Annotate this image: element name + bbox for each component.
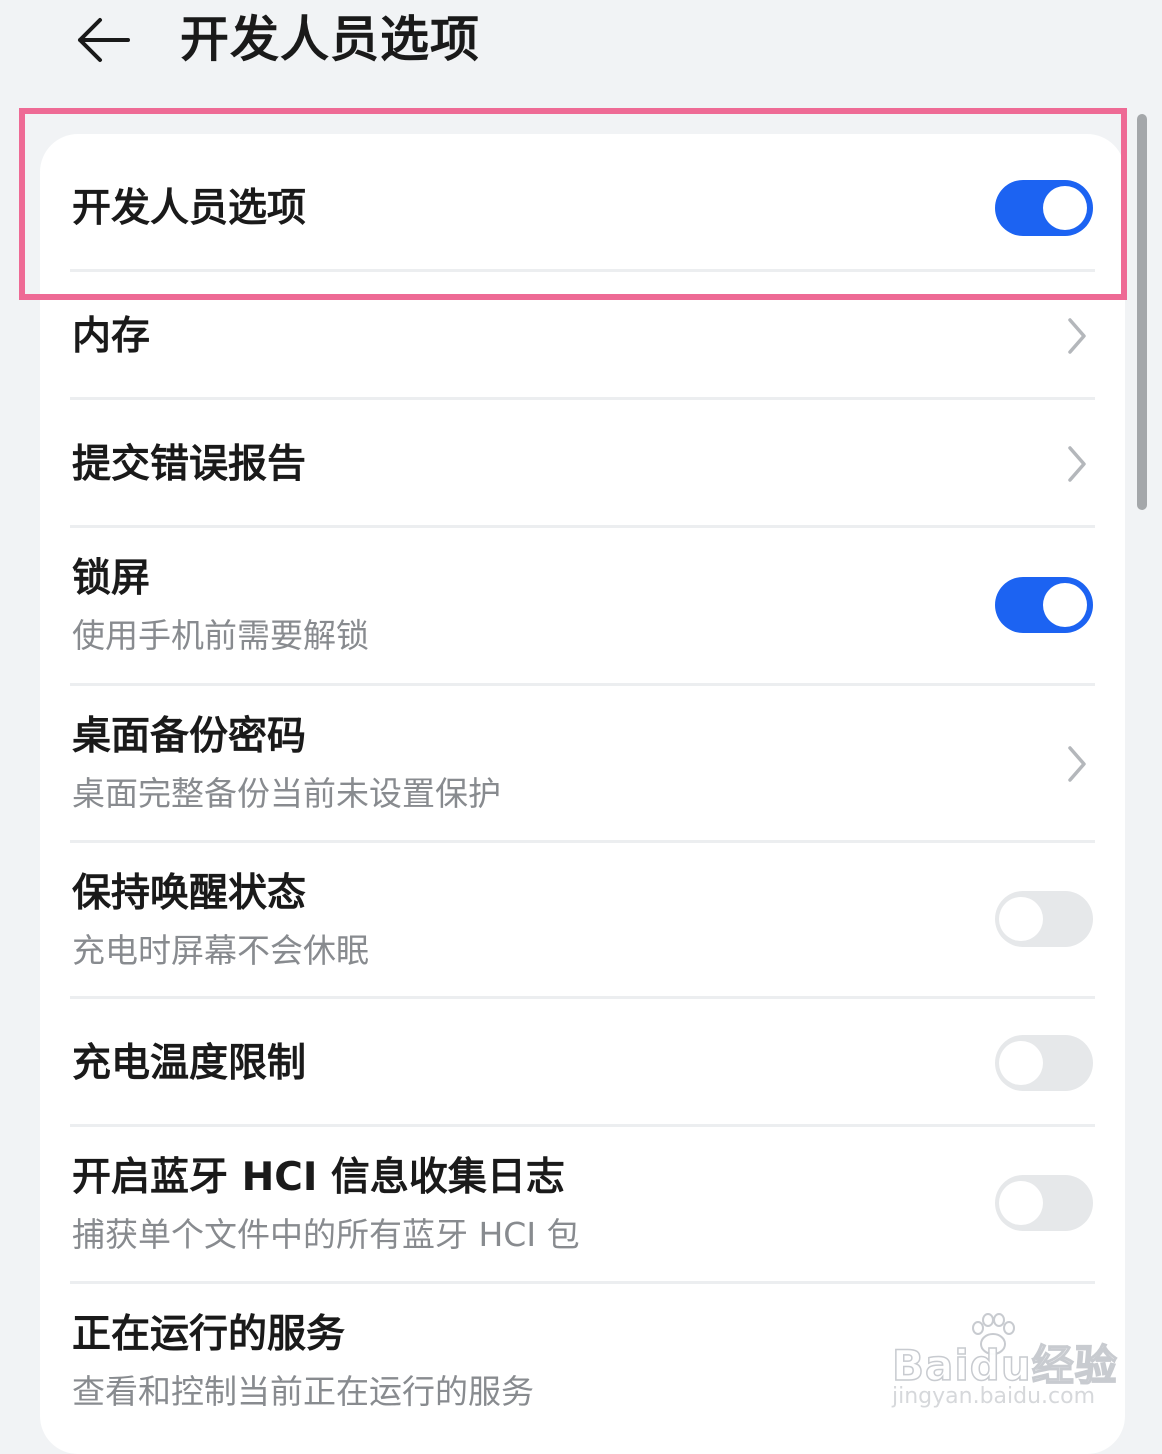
arrow-left-icon xyxy=(78,18,130,62)
row-title: 开发人员选项 xyxy=(72,186,307,231)
row-subtitle: 使用手机前需要解锁 xyxy=(72,616,369,655)
page-title: 开发人员选项 xyxy=(180,11,481,68)
settings-card: 开发人员选项 内存 提交错误报告 锁屏 使用手机前需要解锁 桌面备份密码 桌面完… xyxy=(40,134,1125,1454)
chevron-right-icon xyxy=(1068,746,1086,782)
toggle-knob xyxy=(999,897,1043,941)
lock-screen-row[interactable]: 锁屏 使用手机前需要解锁 xyxy=(40,528,1125,683)
row-subtitle: 桌面完整备份当前未设置保护 xyxy=(72,774,501,813)
row-title: 开启蓝牙 HCI 信息收集日志 xyxy=(72,1155,565,1200)
toggle-knob xyxy=(1043,186,1087,230)
scrollbar[interactable] xyxy=(1137,114,1147,510)
toggle-knob xyxy=(1043,583,1087,627)
charging-temperature-limit-toggle[interactable] xyxy=(995,1035,1093,1091)
charging-temperature-limit-row[interactable]: 充电温度限制 xyxy=(40,999,1125,1126)
row-subtitle: 捕获单个文件中的所有蓝牙 HCI 包 xyxy=(72,1215,580,1254)
row-subtitle: 充电时屏幕不会休眠 xyxy=(72,931,369,970)
back-button[interactable] xyxy=(66,8,138,72)
chevron-right-icon xyxy=(1068,446,1086,482)
toggle-knob xyxy=(999,1181,1043,1225)
bug-report-row[interactable]: 提交错误报告 xyxy=(40,400,1125,527)
lock-screen-toggle[interactable] xyxy=(995,577,1093,633)
row-title: 内存 xyxy=(72,314,151,359)
bluetooth-hci-log-toggle[interactable] xyxy=(995,1175,1093,1231)
desktop-backup-password-row[interactable]: 桌面备份密码 桌面完整备份当前未设置保护 xyxy=(40,686,1125,841)
memory-row[interactable]: 内存 xyxy=(40,272,1125,399)
row-title: 保持唤醒状态 xyxy=(72,871,307,916)
developer-options-row[interactable]: 开发人员选项 xyxy=(40,134,1125,271)
running-services-row[interactable]: 正在运行的服务 查看和控制当前正在运行的服务 xyxy=(40,1284,1125,1439)
bluetooth-hci-log-row[interactable]: 开启蓝牙 HCI 信息收集日志 捕获单个文件中的所有蓝牙 HCI 包 xyxy=(40,1127,1125,1282)
toggle-knob xyxy=(999,1041,1043,1085)
row-title: 提交错误报告 xyxy=(72,442,307,487)
app-header: 开发人员选项 xyxy=(0,0,1162,100)
stay-awake-toggle[interactable] xyxy=(995,891,1093,947)
row-subtitle: 查看和控制当前正在运行的服务 xyxy=(72,1372,534,1411)
developer-options-toggle[interactable] xyxy=(995,180,1093,236)
stay-awake-row[interactable]: 保持唤醒状态 充电时屏幕不会休眠 xyxy=(40,843,1125,998)
row-title: 桌面备份密码 xyxy=(72,714,307,759)
row-title: 正在运行的服务 xyxy=(72,1312,346,1357)
row-title: 锁屏 xyxy=(72,556,151,601)
chevron-right-icon xyxy=(1068,318,1086,354)
row-title: 充电温度限制 xyxy=(72,1041,307,1086)
